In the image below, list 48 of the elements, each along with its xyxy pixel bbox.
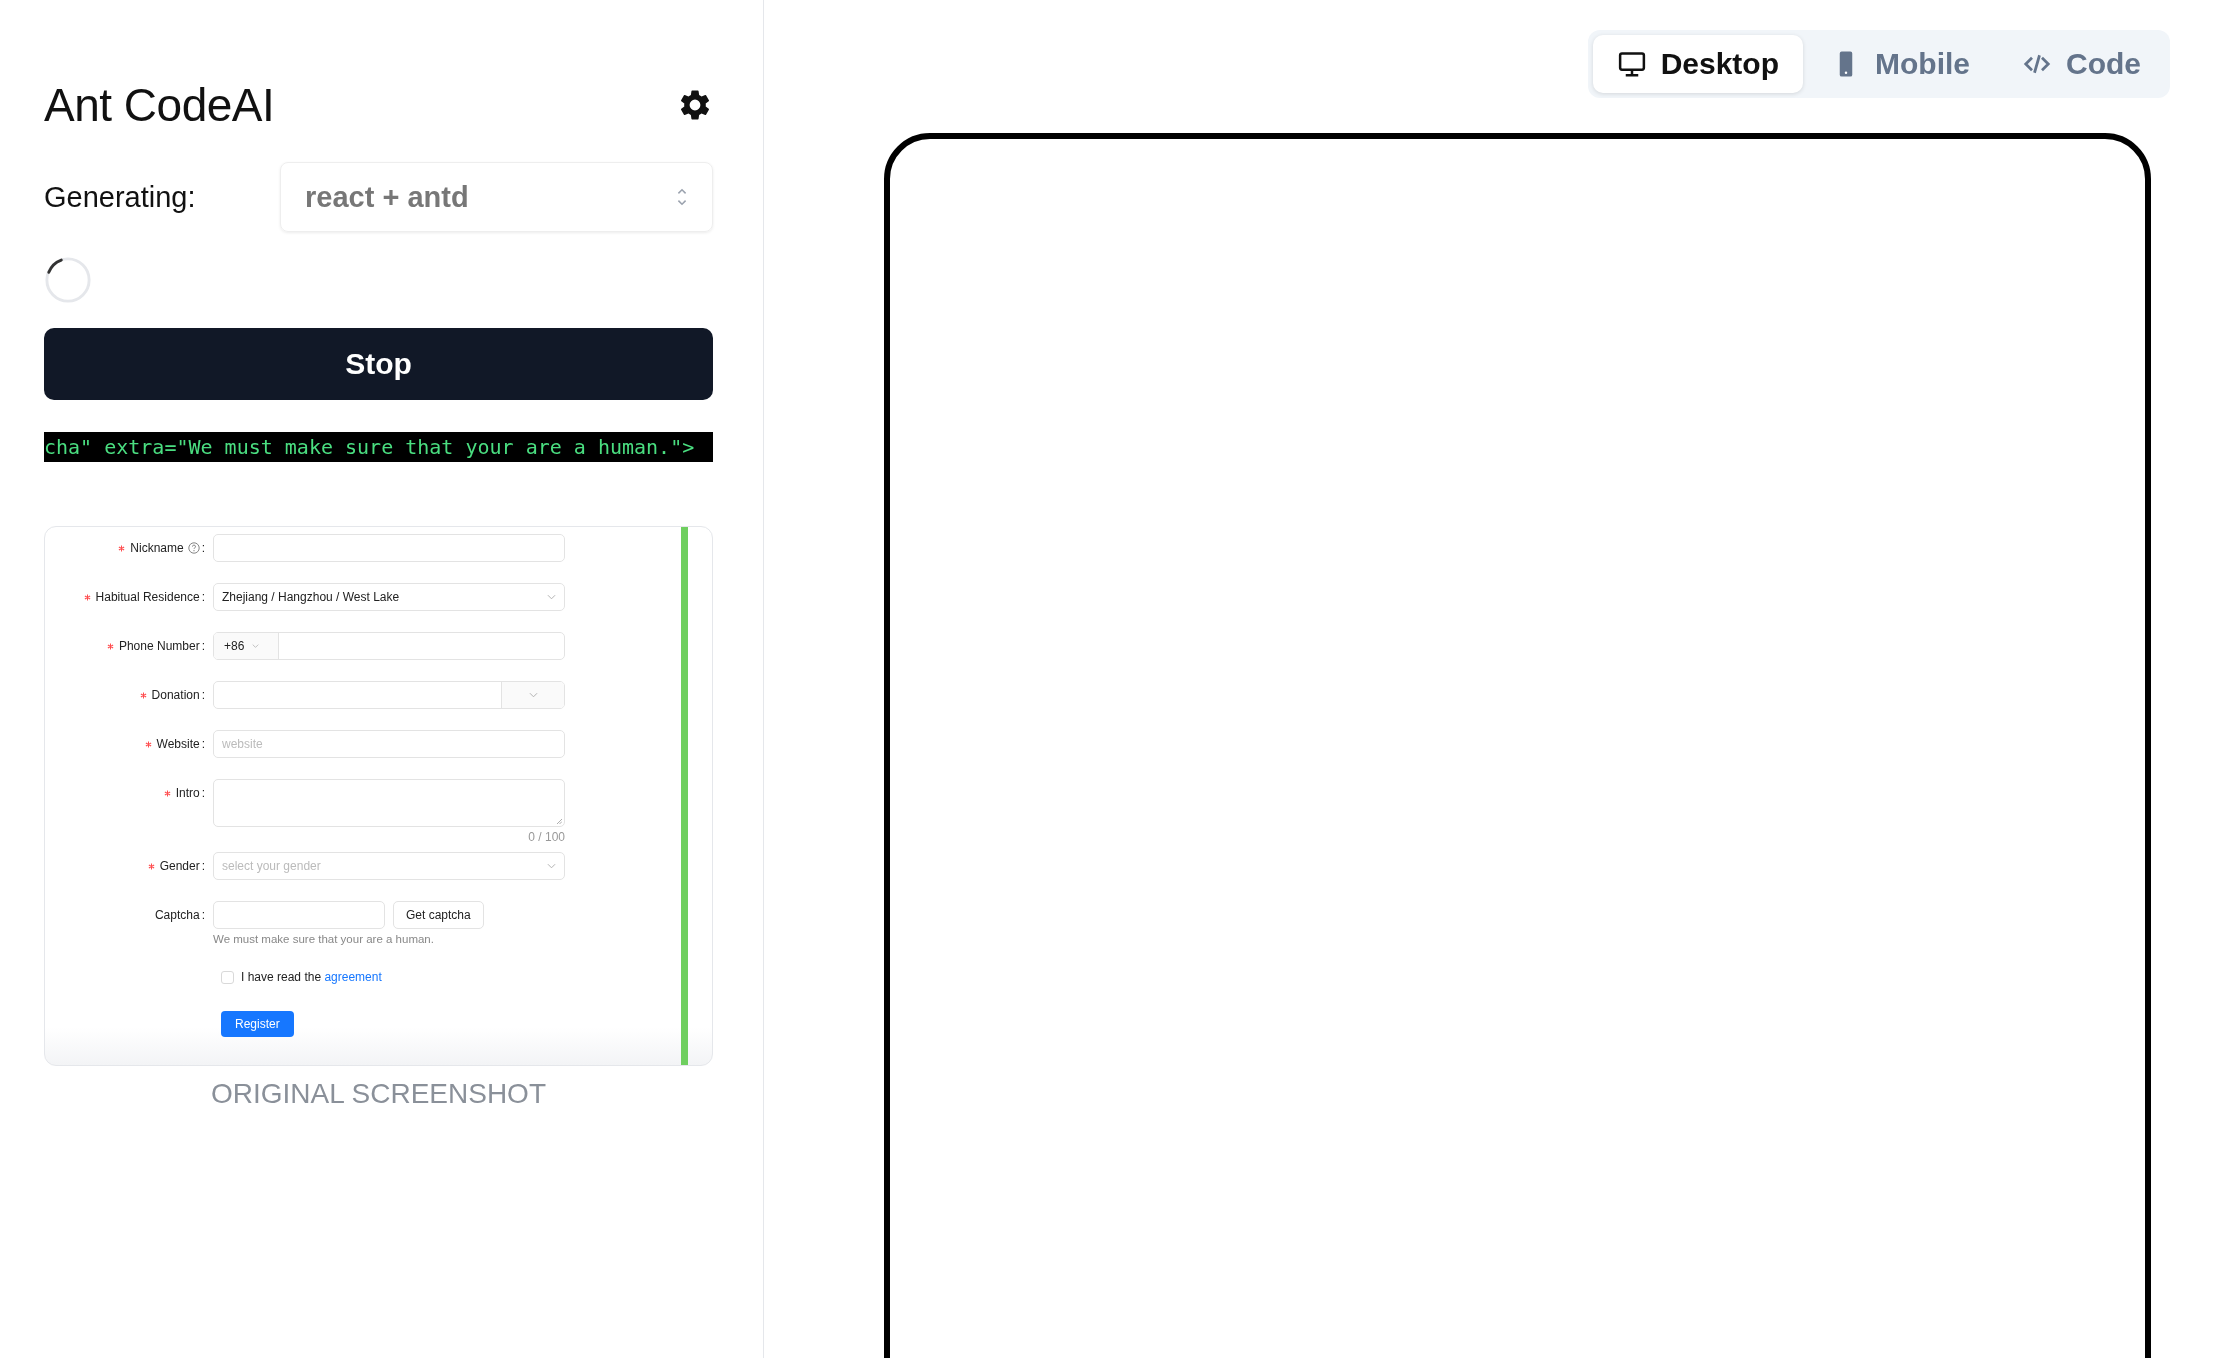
chevron-down-icon bbox=[547, 863, 556, 869]
agreement-link[interactable]: agreement bbox=[324, 970, 382, 984]
label-colon: : bbox=[201, 908, 205, 922]
label-colon: : bbox=[201, 786, 205, 800]
field-label: Website bbox=[156, 737, 200, 751]
monitor-icon bbox=[1616, 49, 1647, 79]
generating-label: Generating: bbox=[44, 180, 197, 214]
label-colon: : bbox=[201, 541, 205, 555]
resize-handle-icon bbox=[556, 818, 562, 824]
country-code-select[interactable]: +86 bbox=[214, 633, 279, 659]
label-colon: : bbox=[201, 737, 205, 751]
stop-button[interactable]: Stop bbox=[44, 328, 713, 400]
field-label: Donation bbox=[151, 688, 200, 702]
field-label: Phone Number bbox=[118, 639, 200, 653]
captcha-field[interactable] bbox=[213, 901, 385, 929]
code-stream: cha" extra="We must make sure that your are a human."> bbox=[44, 432, 713, 462]
text-field[interactable] bbox=[213, 534, 565, 562]
view-tab[interactable]: Code bbox=[1998, 35, 2165, 93]
label-colon: : bbox=[201, 688, 205, 702]
view-tab[interactable]: Mobile bbox=[1807, 35, 1994, 93]
view-tab[interactable]: Desktop bbox=[1592, 35, 1803, 93]
register-button[interactable]: Register bbox=[221, 1011, 294, 1037]
text-field[interactable]: website bbox=[213, 730, 565, 758]
label-colon: : bbox=[201, 859, 205, 873]
currency-select[interactable] bbox=[501, 682, 564, 708]
chevron-down-icon bbox=[528, 692, 538, 698]
select-field[interactable]: Zhejiang / Hangzhou / West Lake bbox=[213, 583, 565, 611]
chevron-down-icon bbox=[547, 594, 556, 600]
label-colon: : bbox=[201, 639, 205, 653]
field-label: Captcha bbox=[154, 908, 200, 922]
field-label: Habitual Residence bbox=[95, 590, 200, 604]
field-label: Intro bbox=[175, 786, 200, 800]
character-counter: 0 / 100 bbox=[527, 829, 565, 846]
intro-textarea[interactable] bbox=[213, 779, 565, 827]
get-captcha-button[interactable]: Get captcha bbox=[393, 901, 484, 929]
donation-field[interactable] bbox=[213, 681, 565, 709]
agreement-checkbox[interactable] bbox=[221, 970, 234, 984]
app-title: Ant CodeAI bbox=[44, 78, 275, 132]
label-colon: : bbox=[201, 590, 205, 604]
field-label: Gender bbox=[159, 859, 200, 873]
chevron-down-icon bbox=[252, 643, 260, 649]
stack-select[interactable]: react + antd bbox=[280, 162, 713, 232]
chevron-updown-icon bbox=[676, 186, 688, 208]
field-label: Nickname bbox=[130, 541, 184, 555]
screenshot-caption: ORIGINAL SCREENSHOT bbox=[210, 1078, 547, 1110]
phone-field[interactable]: +86 bbox=[213, 632, 565, 660]
help-text: We must make sure that your are a human. bbox=[213, 933, 435, 945]
agreement-text: I have read the agreement bbox=[241, 970, 382, 984]
